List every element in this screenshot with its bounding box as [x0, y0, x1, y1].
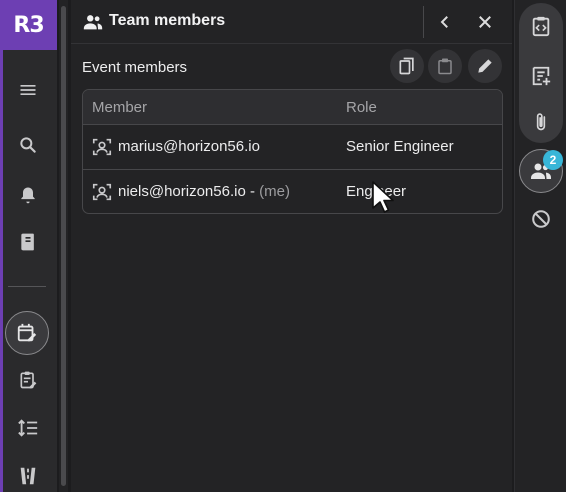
edit-icon	[478, 59, 492, 73]
member-email: niels@horizon56.io - (me)	[118, 183, 290, 200]
accent-strip	[0, 50, 3, 492]
edit-button[interactable]	[468, 49, 502, 83]
team-members-panel: Team members Event members Member Role m…	[71, 0, 512, 492]
close-icon[interactable]	[473, 10, 497, 34]
left-navigation: R3	[0, 0, 57, 492]
column-header-role[interactable]: Role	[346, 99, 377, 116]
book-icon[interactable]	[14, 228, 42, 256]
paste-button[interactable]	[428, 49, 462, 83]
right-rail: 2	[514, 0, 566, 492]
search-icon[interactable]	[14, 131, 42, 159]
member-email-text: niels@horizon56.io -	[118, 183, 260, 200]
member-email-text: marius@horizon56.io	[118, 138, 260, 155]
menu-icon[interactable]	[14, 76, 42, 104]
column-header-member[interactable]: Member	[92, 99, 147, 116]
table-header: Member Role	[83, 90, 502, 125]
paperclip-icon[interactable]	[527, 108, 555, 136]
paste-icon	[438, 58, 452, 75]
block-icon[interactable]	[527, 205, 555, 233]
clipboard-edit-icon[interactable]	[14, 366, 42, 394]
member-avatar-icon	[91, 136, 113, 158]
copy-icon	[399, 57, 414, 75]
note-add-icon[interactable]	[527, 62, 555, 90]
header-divider	[423, 6, 424, 38]
members-table: Member Role marius@horizon56.io Senior E…	[82, 89, 503, 214]
table-row[interactable]: niels@horizon56.io - (me) Engineer	[83, 170, 502, 213]
member-avatar-icon	[91, 181, 113, 203]
road-icon[interactable]	[14, 462, 42, 490]
panel-title: Team members	[109, 12, 226, 29]
bell-icon[interactable]	[14, 181, 42, 209]
team-icon	[82, 11, 104, 33]
clipboard-code-icon[interactable]	[527, 12, 555, 40]
chevron-left-icon[interactable]	[433, 10, 457, 34]
member-email: marius@horizon56.io	[118, 138, 260, 155]
panel-header: Team members	[71, 0, 512, 44]
member-count-badge: 2	[543, 150, 563, 170]
copy-button[interactable]	[390, 49, 424, 83]
member-role: Engineer	[346, 183, 407, 200]
calendar-edit-icon[interactable]	[5, 311, 49, 355]
me-label: (me)	[259, 183, 290, 200]
member-role: Senior Engineer	[346, 138, 454, 155]
table-row[interactable]: marius@horizon56.io Senior Engineer	[83, 125, 502, 170]
section-title: Event members	[82, 59, 188, 76]
scrollbar-thumb[interactable]	[61, 6, 66, 486]
nav-divider	[8, 286, 46, 287]
sort-list-icon[interactable]	[14, 414, 42, 442]
app-logo[interactable]: R3	[0, 0, 57, 50]
